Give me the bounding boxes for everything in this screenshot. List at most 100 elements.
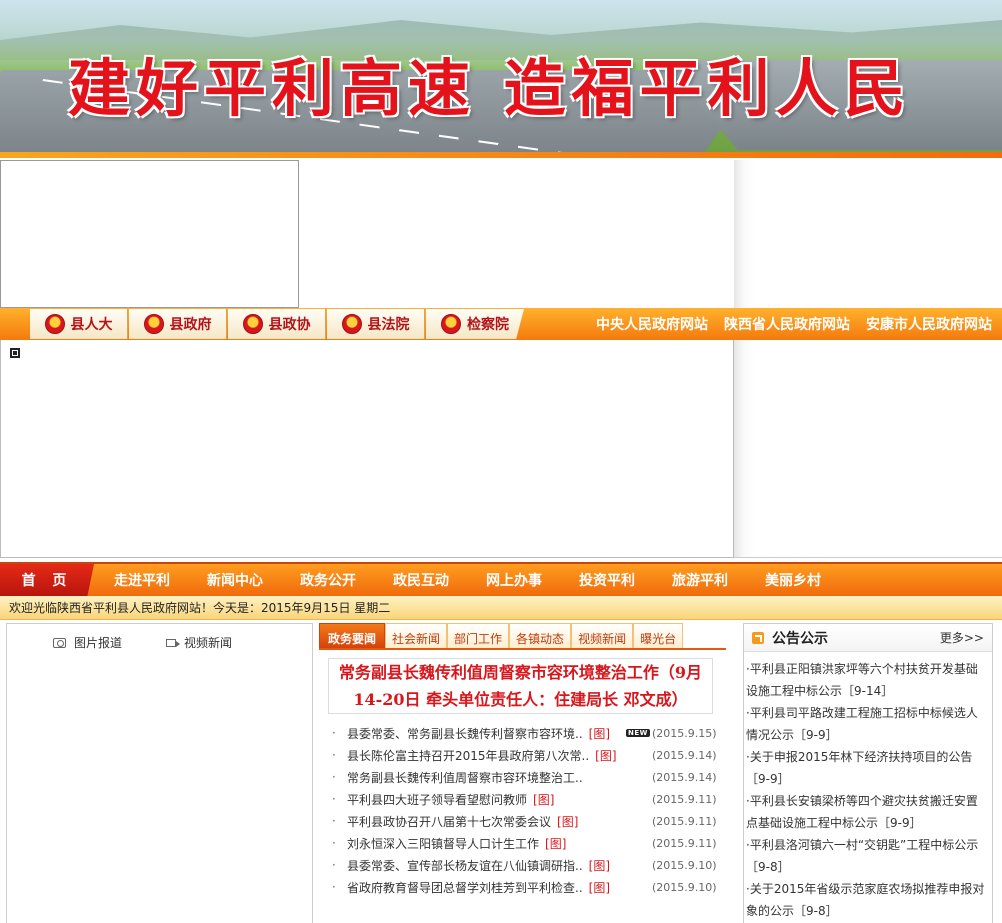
news-title[interactable]: 平利县政协召开八届第十七次常委会议 bbox=[347, 813, 551, 830]
news-tab-towns[interactable]: 各镇动态 bbox=[509, 623, 572, 648]
image-tag: [图] bbox=[545, 836, 567, 851]
emblem-icon bbox=[242, 314, 263, 334]
news-list: · 县委常委、常务副县长魏传利督察市容环境.. [图] NEW (2015.9.15) … bbox=[332, 722, 726, 898]
news-tab-exposure[interactable]: 曝光台 bbox=[633, 623, 684, 648]
news-title[interactable]: 刘永恒深入三阳镇督导人口计生工作 bbox=[347, 835, 539, 852]
welcome-bar: 欢迎光临陕西省平利县人民政府网站！今天是：2015年9月15日 星期二 bbox=[0, 596, 1002, 620]
news-item[interactable]: · 常务副县长魏传利值周督察市容环境整治工.. (2015.9.14) bbox=[332, 766, 726, 788]
emblem-icon bbox=[441, 314, 461, 334]
emblem-icon bbox=[143, 314, 164, 334]
image-tag: [图] bbox=[588, 726, 611, 741]
news-title[interactable]: 省政府教育督导团总督学刘桂芳到平利检查.. bbox=[347, 879, 583, 896]
link-central-government[interactable]: 中央人民政府网站 bbox=[596, 314, 708, 334]
notice-item[interactable]: ·平利县洛河镇六一村“交钥匙”工程中标公示［9-8］ bbox=[746, 834, 988, 878]
news-tab-video[interactable]: 视频新闻 bbox=[571, 623, 634, 648]
bullet: · bbox=[332, 880, 336, 894]
video-news-label: 视频新闻 bbox=[184, 636, 233, 650]
news-item[interactable]: · 平利县四大班子领导看望慰问教师 [图] (2015.9.11) bbox=[332, 788, 726, 810]
link-ankang-government[interactable]: 安康市人民政府网站 bbox=[866, 314, 992, 334]
tab-label: 县政府 bbox=[169, 317, 212, 333]
nav-online-services[interactable]: 网上办事 bbox=[466, 570, 559, 590]
notice-header: 公告公示 更多>> bbox=[744, 624, 992, 652]
banner-slogan: 建好平利高速 造福平利人民 bbox=[68, 52, 912, 125]
nav-tourism[interactable]: 旅游平利 bbox=[652, 570, 745, 590]
tab-county-court[interactable]: 县法院 bbox=[327, 309, 425, 339]
right-side-panel bbox=[734, 160, 1002, 558]
external-links: 中央人民政府网站 陕西省人民政府网站 安康市人民政府网站 bbox=[596, 314, 992, 334]
nav-about-pingli[interactable]: 走进平利 bbox=[94, 570, 187, 590]
notice-item[interactable]: ·平利县正阳镇洪家坪等六个村扶贫开发基础设施工程中标公示［9-14］ bbox=[746, 658, 988, 702]
tab-label: 县法院 bbox=[367, 317, 410, 333]
bullet: · bbox=[332, 858, 336, 872]
bullet: · bbox=[332, 814, 336, 828]
header-banner: 建好平利高速 造福平利人民 bbox=[0, 0, 1002, 158]
banner-stripe bbox=[0, 152, 1002, 158]
new-badge: NEW bbox=[626, 729, 650, 737]
news-item[interactable]: · 县委常委、常务副县长魏传利督察市容环境.. [图] NEW (2015.9.15) bbox=[332, 722, 726, 744]
emblem-icon bbox=[44, 314, 65, 334]
nav-news-center[interactable]: 新闻中心 bbox=[187, 570, 280, 590]
photo-report-label: 图片报道 bbox=[74, 636, 123, 650]
image-tag: [图] bbox=[595, 748, 617, 763]
notice-item[interactable]: ·关于申报2015年林下经济扶持项目的公告［9-9］ bbox=[746, 746, 988, 790]
nav-home[interactable]: 首 页 bbox=[0, 564, 94, 596]
news-date: (2015.9.10) bbox=[652, 858, 717, 872]
headline-news[interactable]: 常务副县长魏传利值周督察市容环境整治工作（9月14-20日 牵头单位责任人：住建… bbox=[328, 658, 713, 714]
nav-investment[interactable]: 投资平利 bbox=[559, 570, 652, 590]
emblem-icon bbox=[341, 314, 362, 334]
gov-link-bar: 县人大 县政府 县政协 县法院 检察院 中央人民政府网站 陕西省人民政府网站 安… bbox=[0, 308, 1002, 340]
media-panel: 图片报道 视频新闻 bbox=[6, 623, 313, 923]
notice-item[interactable]: ·平利县司平路改建工程施工招标中标候选人情况公示［9-9］ bbox=[746, 702, 988, 746]
news-tabs: 政务要闻 社会新闻 部门工作 各镇动态 视频新闻 曝光台 bbox=[319, 623, 726, 650]
tab-county-cppcc[interactable]: 县政协 bbox=[228, 309, 326, 339]
link-shaanxi-government[interactable]: 陕西省人民政府网站 bbox=[724, 314, 850, 334]
news-item[interactable]: · 刘永恒深入三阳镇督导人口计生工作 [图] (2015.9.11) bbox=[332, 832, 726, 854]
bullet: · bbox=[332, 836, 336, 850]
main-nav: 首 页 走进平利 新闻中心 政务公开 政民互动 网上办事 投资平利 旅游平利 美… bbox=[0, 562, 1002, 596]
bullet: · bbox=[332, 770, 336, 784]
news-panel: 政务要闻 社会新闻 部门工作 各镇动态 视频新闻 曝光台 常务副县长魏传利值周督… bbox=[319, 623, 726, 923]
image-tag: [图] bbox=[588, 858, 611, 873]
news-title[interactable]: 县委常委、宣传部长杨友谊在八仙镇调研指.. bbox=[347, 857, 583, 874]
news-title[interactable]: 县委常委、常务副县长魏传利督察市容环境.. bbox=[347, 725, 583, 742]
tab-label: 县政协 bbox=[268, 317, 311, 333]
news-date: (2015.9.10) bbox=[652, 880, 717, 894]
bullet: · bbox=[332, 748, 336, 762]
image-tag: [图] bbox=[557, 814, 579, 829]
news-title[interactable]: 平利县四大班子领导看望慰问教师 bbox=[347, 791, 527, 808]
notice-more-link[interactable]: 更多>> bbox=[940, 629, 984, 646]
nav-government-affairs[interactable]: 政务公开 bbox=[280, 570, 373, 590]
photo-report-tab[interactable]: 图片报道 bbox=[53, 634, 122, 651]
notice-item[interactable]: ·平利县长安镇梁桥等四个避灾扶贫搬迁安置点基础设施工程中标公示［9-9］ bbox=[746, 790, 988, 834]
news-tab-department[interactable]: 部门工作 bbox=[447, 623, 510, 648]
news-title[interactable]: 县长陈伦富主持召开2015年县政府第八次常.. bbox=[347, 747, 589, 764]
top-left-box bbox=[0, 160, 299, 308]
news-item[interactable]: · 省政府教育督导团总督学刘桂芳到平利检查.. [图] (2015.9.10) bbox=[332, 876, 726, 898]
news-item[interactable]: · 平利县政协召开八届第十七次常委会议 [图] (2015.9.11) bbox=[332, 810, 726, 832]
bullet: · bbox=[332, 792, 336, 806]
tab-label: 检察院 bbox=[467, 317, 509, 333]
video-camera-icon bbox=[166, 638, 181, 647]
tab-county-government[interactable]: 县政府 bbox=[129, 309, 227, 339]
news-item[interactable]: · 县委常委、宣传部长杨友谊在八仙镇调研指.. [图] (2015.9.10) bbox=[332, 854, 726, 876]
arrow-box-icon bbox=[752, 631, 764, 644]
news-date: (2015.9.11) bbox=[652, 792, 717, 806]
nav-interaction[interactable]: 政民互动 bbox=[373, 570, 466, 590]
news-tab-social[interactable]: 社会新闻 bbox=[385, 623, 448, 648]
nav-beautiful-village[interactable]: 美丽乡村 bbox=[745, 570, 838, 590]
notice-item[interactable]: ·关于2015年省级示范家庭农场拟推荐申报对象的公示［9-8］ bbox=[746, 878, 988, 922]
news-title[interactable]: 常务副县长魏传利值周督察市容环境整治工.. bbox=[347, 769, 583, 786]
image-tag: [图] bbox=[588, 880, 611, 895]
plugin-placeholder-icon bbox=[10, 348, 20, 358]
tab-label: 县人大 bbox=[70, 317, 113, 333]
flash-area bbox=[0, 340, 734, 558]
news-item[interactable]: · 县长陈伦富主持召开2015年县政府第八次常.. [图] (2015.9.14) bbox=[332, 744, 726, 766]
news-date: (2015.9.11) bbox=[652, 814, 717, 828]
tab-county-congress[interactable]: 县人大 bbox=[30, 309, 128, 339]
video-news-tab[interactable]: 视频新闻 bbox=[166, 634, 232, 651]
news-tab-government[interactable]: 政务要闻 bbox=[319, 623, 386, 648]
image-tag: [图] bbox=[533, 792, 555, 807]
news-date: (2015.9.14) bbox=[652, 770, 717, 784]
tab-procuratorate[interactable]: 检察院 bbox=[426, 309, 524, 339]
gov-tabs: 县人大 县政府 县政协 县法院 检察院 bbox=[30, 308, 525, 340]
